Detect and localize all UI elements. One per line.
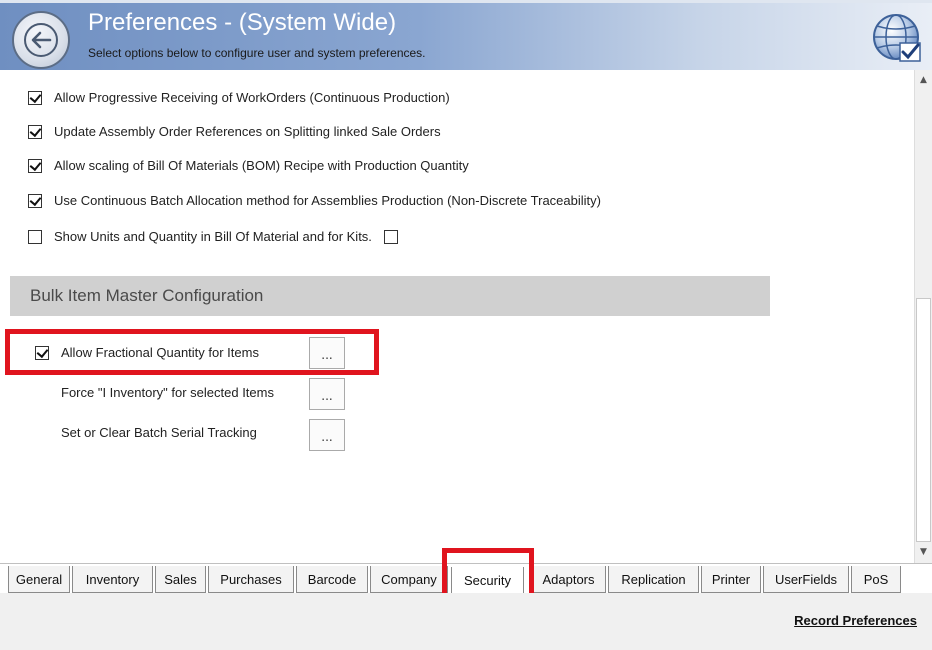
scrollbar-thumb[interactable]	[916, 298, 931, 542]
tab-userfields[interactable]: UserFields	[763, 566, 849, 593]
tab-purchases[interactable]: Purchases	[208, 566, 294, 593]
vertical-scrollbar[interactable]: ▲ ▼	[914, 70, 932, 563]
tab-label: Replication	[621, 571, 686, 587]
option-label: Use Continuous Batch Allocation method f…	[54, 193, 601, 208]
bulk-item-force-inventory: Force "I Inventory" for selected Items	[61, 385, 274, 400]
page-title: Preferences - (System Wide)	[88, 9, 397, 36]
checkbox[interactable]	[28, 90, 42, 105]
tab-sales[interactable]: Sales	[155, 566, 206, 593]
bulk-section-header: Bulk Item Master Configuration	[10, 276, 770, 316]
bulk-item-label: Set or Clear Batch Serial Tracking	[61, 425, 257, 440]
option-label: Allow scaling of Bill Of Materials (BOM)…	[54, 158, 469, 173]
header-bar: Preferences - (System Wide) Select optio…	[0, 0, 932, 70]
section-title: Bulk Item Master Configuration	[30, 286, 264, 305]
tab-label: UserFields	[774, 571, 838, 587]
option-continuous-batch-allocation[interactable]: Use Continuous Batch Allocation method f…	[28, 193, 601, 208]
checkbox[interactable]	[28, 229, 42, 244]
tab-printer[interactable]: Printer	[701, 566, 761, 593]
tab-label: Inventory	[85, 571, 140, 587]
scroll-down-arrow-icon[interactable]: ▼	[915, 544, 932, 560]
option-show-units-quantity[interactable]: Show Units and Quantity in Bill Of Mater…	[28, 229, 398, 244]
tab-company[interactable]: Company	[370, 566, 448, 593]
tab-label: Barcode	[307, 571, 357, 587]
option-scaling-bom[interactable]: Allow scaling of Bill Of Materials (BOM)…	[28, 158, 469, 173]
record-preferences-link[interactable]: Record Preferences	[794, 613, 917, 628]
bulk-item-batch-serial-tracking: Set or Clear Batch Serial Tracking	[61, 425, 257, 440]
scroll-up-arrow-icon[interactable]: ▲	[915, 72, 932, 88]
globe-check-icon	[873, 14, 921, 62]
tab-label: Purchases	[220, 571, 282, 587]
option-label: Allow Progressive Receiving of WorkOrder…	[54, 90, 450, 105]
page-subtitle: Select options below to configure user a…	[88, 46, 426, 60]
option-update-assembly-references[interactable]: Update Assembly Order References on Spli…	[28, 124, 441, 139]
tab-barcode[interactable]: Barcode	[296, 566, 368, 593]
tab-label: General	[15, 571, 63, 587]
option-label: Show Units and Quantity in Bill Of Mater…	[54, 229, 372, 244]
trailing-checkbox[interactable]	[383, 229, 398, 244]
option-label: Update Assembly Order References on Spli…	[54, 124, 441, 139]
preferences-content: Allow Progressive Receiving of WorkOrder…	[0, 70, 914, 563]
tab-general[interactable]: General	[8, 566, 70, 593]
option-progressive-receiving[interactable]: Allow Progressive Receiving of WorkOrder…	[28, 90, 450, 105]
batch-serial-ellipsis-button[interactable]: ...	[309, 419, 345, 451]
force-inventory-ellipsis-button[interactable]: ...	[309, 378, 345, 410]
tab-label: Company	[381, 571, 437, 587]
checkbox[interactable]	[28, 193, 42, 208]
preferences-window: Preferences - (System Wide) Select optio…	[0, 0, 932, 650]
footer-bar: Record Preferences	[0, 593, 932, 650]
tab-label: Printer	[711, 571, 751, 587]
tab-label: Adaptors	[542, 571, 595, 587]
tab-pos[interactable]: PoS	[851, 566, 901, 593]
tab-label: Sales	[164, 571, 197, 587]
tab-label: PoS	[863, 571, 889, 587]
tab-adaptors[interactable]: Adaptors	[531, 566, 606, 593]
back-button[interactable]	[12, 11, 70, 69]
checkbox[interactable]	[28, 158, 42, 173]
highlight-box-fractional-quantity	[5, 329, 379, 375]
back-arrow-icon	[24, 23, 58, 57]
tab-inventory[interactable]: Inventory	[72, 566, 153, 593]
tab-replication[interactable]: Replication	[608, 566, 699, 593]
checkbox[interactable]	[28, 124, 42, 139]
bulk-item-label: Force "I Inventory" for selected Items	[61, 385, 274, 400]
